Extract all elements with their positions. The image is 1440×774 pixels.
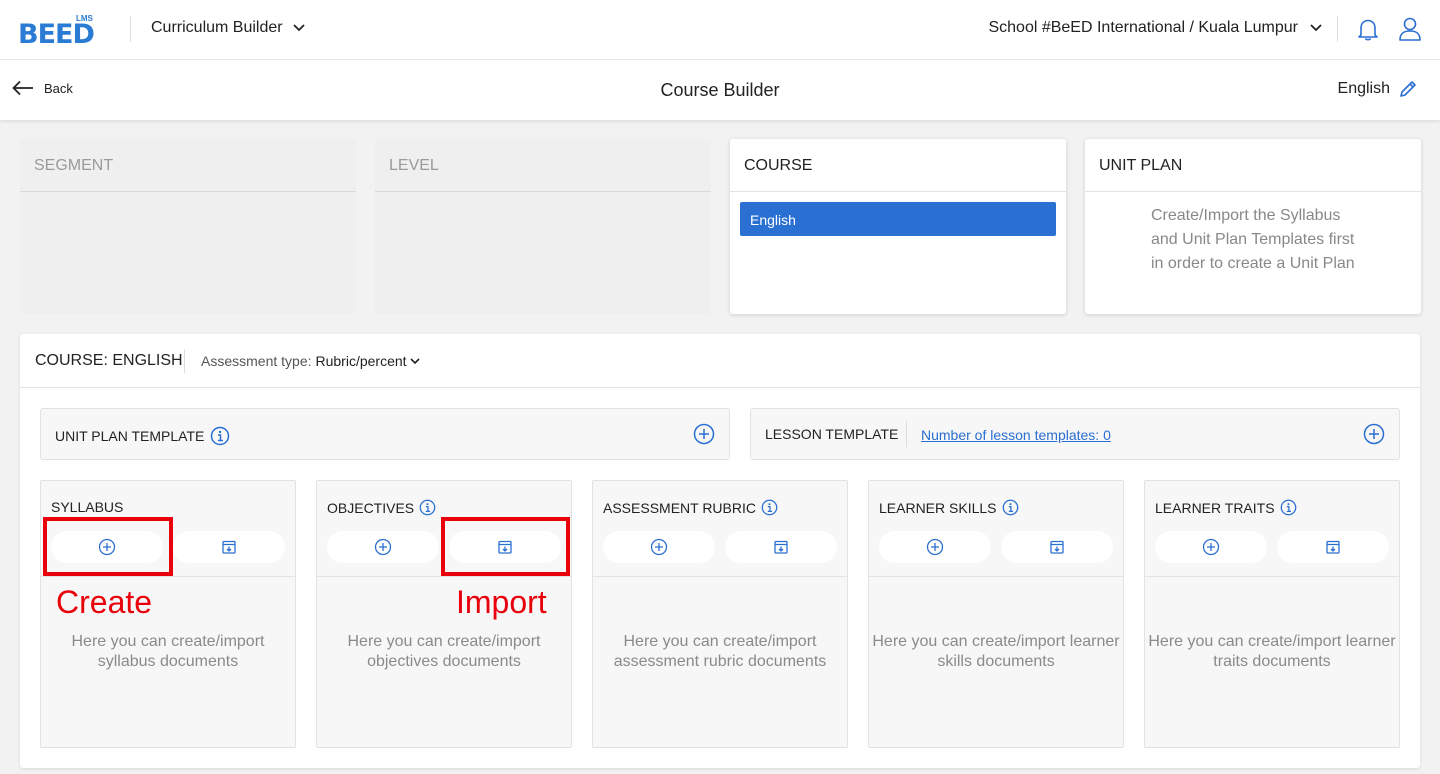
- chevron-down-icon: [1310, 24, 1322, 32]
- unit-plan-hint: Create/Import the Syllabus and Unit Plan…: [1151, 207, 1355, 272]
- learner-skills-column: LEARNER SKILLS Here you can create/impor…: [868, 480, 1124, 748]
- assessment-rubric-column: ASSESSMENT RUBRIC Here you can create/im…: [592, 480, 848, 748]
- column-divider: [869, 576, 1123, 577]
- assessment-type-value: Rubric/percent: [315, 353, 407, 369]
- top-bar: LMS BEED Curriculum Builder School #BeED…: [0, 0, 1440, 60]
- assessment-rubric-header: ASSESSMENT RUBRIC: [603, 499, 778, 516]
- column-divider: [317, 576, 571, 577]
- lesson-templates-count-link[interactable]: Number of lesson templates: 0: [921, 427, 1111, 443]
- create-objectives-button[interactable]: [327, 531, 439, 563]
- create-learner-skills-button[interactable]: [879, 531, 991, 563]
- plus-circle-icon: [1202, 538, 1220, 556]
- import-icon: [222, 540, 236, 554]
- import-icon: [1326, 540, 1340, 554]
- info-icon[interactable]: [761, 499, 778, 516]
- plus-circle-icon: [926, 538, 944, 556]
- import-annotation-label: Import: [456, 584, 547, 620]
- syllabus-title: SYLLABUS: [51, 499, 124, 515]
- import-assessment-rubric-button[interactable]: [725, 531, 837, 563]
- user-icon[interactable]: [1398, 16, 1422, 42]
- segment-card-title: SEGMENT: [20, 139, 356, 192]
- objectives-empty-text: Here you can create/import objectives do…: [347, 633, 541, 670]
- course-panel-header: COURSE: ENGLISH Assessment type: Rubric/…: [20, 334, 1420, 388]
- header-divider: [130, 16, 131, 42]
- assessment-type: Assessment type: Rubric/percent: [201, 353, 420, 369]
- plus-circle-icon: [374, 538, 392, 556]
- unit-plan-template-label: UNIT PLAN TEMPLATE: [55, 428, 205, 444]
- objectives-title: OBJECTIVES: [327, 499, 415, 516]
- create-annotation-label: Create: [56, 584, 153, 620]
- assessment-type-dropdown[interactable]: Rubric/percent: [316, 353, 420, 369]
- level-card: LEVEL: [375, 139, 711, 314]
- logo-beed-text: BEED: [18, 19, 95, 50]
- school-switcher[interactable]: School #BeED International / Kuala Lumpu…: [988, 19, 1322, 37]
- assessment-type-label: Assessment type:: [201, 353, 312, 369]
- course-item-english[interactable]: English: [740, 202, 1056, 236]
- learner-traits-empty-text: Here you can create/import learner trait…: [1148, 633, 1396, 670]
- header-divider: [1337, 16, 1338, 42]
- level-card-title: LEVEL: [375, 139, 711, 192]
- unit-plan-card-title: UNIT PLAN: [1085, 139, 1421, 192]
- create-learner-traits-button[interactable]: [1155, 531, 1267, 563]
- course-language-label: English: [1337, 80, 1390, 97]
- learner-skills-title: LEARNER SKILLS: [879, 499, 997, 516]
- assessment-rubric-empty-text: Here you can create/import assessment ru…: [613, 633, 827, 670]
- unit-plan-template-header: UNIT PLAN TEMPLATE: [55, 426, 230, 446]
- app-switcher[interactable]: Curriculum Builder: [151, 19, 305, 37]
- learner-traits-title: LEARNER TRAITS: [1155, 499, 1275, 516]
- syllabus-header: SYLLABUS: [51, 499, 123, 515]
- page-title: Course Builder: [660, 80, 780, 100]
- app-switcher-label: Curriculum Builder: [151, 19, 283, 36]
- chevron-down-icon: [409, 357, 420, 364]
- pencil-icon: [1400, 81, 1416, 97]
- import-learner-skills-button[interactable]: [1001, 531, 1113, 563]
- course-label: COURSE: ENGLISH: [35, 352, 183, 369]
- info-icon[interactable]: [1280, 499, 1297, 516]
- segment-card: SEGMENT: [20, 139, 356, 314]
- create-assessment-rubric-button[interactable]: [603, 531, 715, 563]
- sub-header: Back Course Builder English: [0, 60, 1440, 120]
- panel-header-divider: [184, 349, 185, 373]
- learner-traits-column: LEARNER TRAITS Here you can create/impor…: [1144, 480, 1400, 748]
- import-icon: [774, 540, 788, 554]
- lesson-template-divider: [906, 421, 907, 447]
- unit-plan-card: UNIT PLAN Create/Import the Syllabus and…: [1085, 139, 1421, 314]
- syllabus-empty-text: Here you can create/import syllabus docu…: [71, 633, 265, 670]
- learner-skills-header: LEARNER SKILLS: [879, 499, 1019, 516]
- import-syllabus-button[interactable]: [173, 531, 285, 563]
- add-lesson-template-button[interactable]: [1363, 423, 1385, 445]
- course-panel: COURSE: ENGLISH Assessment type: Rubric/…: [20, 334, 1420, 768]
- bell-icon[interactable]: [1355, 16, 1381, 42]
- school-switcher-label: School #BeED International / Kuala Lumpu…: [988, 19, 1298, 36]
- column-divider: [593, 576, 847, 577]
- lesson-template-label: LESSON TEMPLATE: [765, 426, 899, 442]
- lesson-template-bar: LESSON TEMPLATE Number of lesson templat…: [750, 408, 1400, 460]
- add-unit-plan-template-button[interactable]: [693, 423, 715, 445]
- learner-traits-actions: [1155, 531, 1389, 565]
- course-language-edit[interactable]: English: [1338, 79, 1418, 99]
- objectives-header: OBJECTIVES: [327, 499, 436, 516]
- column-divider: [41, 576, 295, 577]
- info-icon[interactable]: [210, 426, 230, 446]
- assessment-rubric-actions: [603, 531, 837, 565]
- info-icon[interactable]: [419, 499, 436, 516]
- import-highlight-box: [441, 517, 570, 576]
- import-icon: [1050, 540, 1064, 554]
- course-card-title: COURSE: [730, 139, 1066, 192]
- unit-plan-template-bar: UNIT PLAN TEMPLATE: [40, 408, 730, 460]
- beed-logo[interactable]: LMS BEED: [18, 14, 95, 50]
- import-learner-traits-button[interactable]: [1277, 531, 1389, 563]
- info-icon[interactable]: [1002, 499, 1019, 516]
- column-divider: [1145, 576, 1399, 577]
- chevron-down-icon: [292, 24, 305, 32]
- learner-skills-empty-text: Here you can create/import learner skill…: [872, 633, 1120, 670]
- learner-skills-actions: [879, 531, 1113, 565]
- create-highlight-box: [43, 517, 173, 576]
- assessment-rubric-title: ASSESSMENT RUBRIC: [603, 499, 756, 516]
- course-card: COURSE English: [730, 139, 1066, 314]
- plus-circle-icon: [650, 538, 668, 556]
- learner-traits-header: LEARNER TRAITS: [1155, 499, 1297, 516]
